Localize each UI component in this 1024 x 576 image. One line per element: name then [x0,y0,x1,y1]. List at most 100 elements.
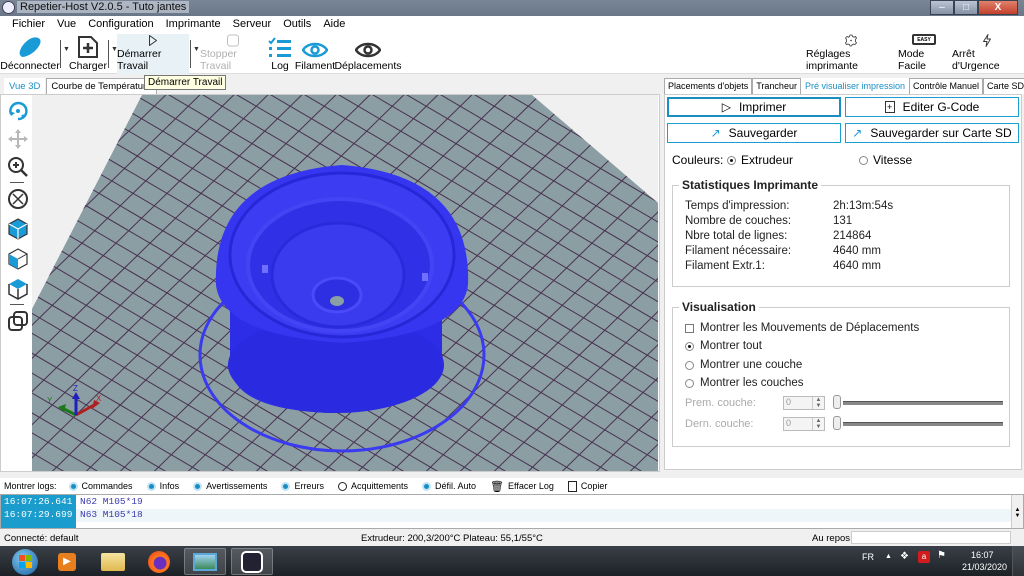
first-layer-slider-thumb[interactable] [833,395,841,409]
emergency-stop-button[interactable]: Arrêt d'Urgence [952,34,1022,74]
color-option-extruder[interactable]: Extrudeur [727,153,793,167]
disconnect-button[interactable]: Déconnecter [0,34,60,74]
maximize-button[interactable]: □ [954,0,978,15]
taskbar-photo-viewer[interactable] [184,548,226,575]
log-filter-commands[interactable]: Commandes [68,481,133,491]
taskbar-repetier-host[interactable] [231,548,273,575]
edit-gcode-button[interactable]: + Editer G-Code [845,97,1019,117]
copy-log-button[interactable]: Copier [567,480,607,492]
easy-mode-button[interactable]: EASY Mode Facile [898,34,950,74]
disconnect-dropdown-caret[interactable]: ▼ [63,46,70,53]
parallel-view-icon[interactable] [7,310,29,332]
taskbar-firefox[interactable] [138,548,180,575]
log-filter-infos[interactable]: Infos [146,481,179,491]
tab-object-placement[interactable]: Placements d'objets [664,78,753,94]
menu-configuration[interactable]: Configuration [82,16,159,34]
start-job-dropdown-caret[interactable]: ▼ [193,46,200,53]
rotate-icon[interactable] [7,100,29,122]
log-button[interactable]: Log [266,34,294,74]
action-center-flag-icon[interactable]: ⚑ [937,550,946,561]
mode-show-all[interactable]: Montrer tout [685,340,762,352]
tab-print-preview[interactable]: Pré visualiser impression [800,78,909,94]
color-option-speed[interactable]: Vitesse [859,153,912,167]
first-layer-spinner[interactable]: 0 ▲ ▼ [783,396,825,410]
clock-time[interactable]: 16:07 [971,550,994,560]
scroll-down-arrow[interactable]: ▼ [1012,513,1023,519]
save-button[interactable]: ↗ Sauvegarder [667,123,841,143]
progress-field [851,531,1011,544]
tab-temperature-curve[interactable]: Courbe de Température [46,78,157,94]
radio-show-all[interactable] [685,341,694,351]
filament-label: Filament [294,60,336,72]
preview-panel: ▷ Imprimer + Editer G-Code ↗ Sauvegarder… [664,94,1022,470]
antivirus-icon[interactable]: a [918,551,930,563]
save-sd-button[interactable]: ↗ Sauvegarder sur Carte SD [845,123,1019,143]
menu-aide[interactable]: Aide [317,16,351,34]
close-button[interactable]: X [978,0,1018,15]
radio-speed[interactable] [859,155,868,165]
show-travel-checkbox[interactable] [685,323,694,333]
show-desktop-button[interactable] [1012,546,1024,576]
toggle-dot[interactable] [68,481,78,491]
load-button[interactable]: Charger [69,34,107,74]
taskbar-explorer[interactable] [92,548,134,575]
stat-print-time: Temps d'impression: 2h:13m:54s [685,200,894,212]
start-job-button[interactable]: Démarrer Travail [117,34,189,74]
language-indicator[interactable]: FR [862,552,874,562]
last-layer-slider[interactable] [843,422,1003,426]
mode-show-one-layer[interactable]: Montrer une couche [685,359,802,371]
move-icon[interactable] [7,128,29,150]
menu-imprimante[interactable]: Imprimante [160,16,227,34]
log-filter-warnings[interactable]: Avertissements [193,481,267,491]
stop-job-button[interactable]: Stopper Travail [200,34,266,74]
filament-button[interactable]: Filament [295,34,335,74]
minimize-button[interactable]: – [930,0,954,15]
toggle-dot[interactable] [281,481,291,491]
log-scrollbar[interactable]: ▲ ▼ [1011,495,1023,528]
taskbar-media-player[interactable]: ▶ [46,548,88,575]
menu-fichier[interactable]: Fichier [6,16,51,34]
front-view-icon[interactable] [7,248,29,270]
log-area[interactable]: 16:07:26.641 N62 M105*19 16:07:29.699 N63 … [0,494,1024,529]
log-filter-errors[interactable]: Erreurs [281,481,324,491]
tray-expand-icon[interactable]: ▲ [885,553,892,560]
log-autoscroll[interactable]: Défil. Auto [421,481,476,491]
last-layer-slider-thumb[interactable] [833,416,841,430]
radio-show-layers[interactable] [685,378,694,388]
last-layer-label: Dern. couche: [685,418,754,430]
fit-view-icon[interactable] [7,188,29,210]
mode-show-layers[interactable]: Montrer les couches [685,377,804,389]
toggle-dot[interactable] [193,481,203,491]
clear-log-button[interactable]: 🗑 Effacer Log [490,480,554,493]
show-layers-label: Montrer les couches [700,377,804,389]
menu-outils[interactable]: Outils [277,16,317,34]
show-logs-label: Montrer logs: [4,481,57,491]
print-button[interactable]: ▷ Imprimer [667,97,841,117]
zoom-icon[interactable] [7,156,29,178]
tab-manual-control[interactable]: Contrôle Manuel [909,78,984,94]
menu-vue[interactable]: Vue [51,16,82,34]
printer-settings-button[interactable]: Réglages imprimante [806,34,896,74]
show-travel-moves[interactable]: Montrer les Mouvements de Déplacements [685,322,919,334]
dropbox-icon[interactable]: ❖ [900,551,909,562]
first-layer-slider[interactable] [843,401,1003,405]
menu-serveur[interactable]: Serveur [227,16,278,34]
clock-date[interactable]: 21/03/2020 [962,562,1007,572]
toggle-dot[interactable] [146,481,156,491]
last-layer-spinner[interactable]: 0 ▲ ▼ [783,417,825,431]
top-view-icon[interactable] [7,278,29,300]
connection-icon [19,37,41,57]
radio-show-one-layer[interactable] [685,360,694,370]
radio-extruder[interactable] [727,155,736,165]
iso-view-icon[interactable] [7,218,29,240]
start-button[interactable] [4,548,46,575]
tab-slicer[interactable]: Trancheur [752,78,801,94]
tab-3d-view[interactable]: Vue 3D [4,78,46,94]
toggle-dot[interactable] [337,481,347,491]
tab-sd-card[interactable]: Carte SD [983,78,1024,94]
moves-button[interactable]: Déplacements [334,34,402,74]
stop-job-label: Stopper Travail [200,48,237,72]
toggle-dot[interactable] [421,481,431,491]
3d-viewport[interactable]: X Y Z [32,95,658,471]
log-filter-acks[interactable]: Acquittements [337,481,408,491]
